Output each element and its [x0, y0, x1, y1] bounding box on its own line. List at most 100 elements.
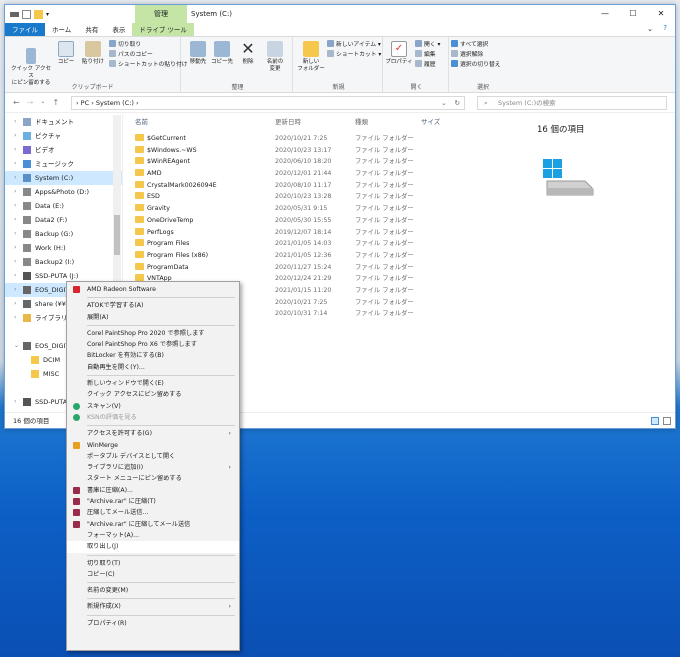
help-icon[interactable]: ?: [663, 24, 667, 32]
forward-arrow-icon[interactable]: →: [27, 98, 34, 107]
menu-item[interactable]: 新規作成(X) ›: [67, 601, 239, 612]
file-row[interactable]: PerfLogs 2019/12/07 18:14 ファイル フォルダー: [125, 227, 525, 239]
chevron-icon[interactable]: ›: [14, 171, 16, 185]
chevron-icon[interactable]: ›: [14, 255, 16, 269]
column-size[interactable]: サイズ: [421, 115, 461, 129]
chevron-icon[interactable]: ›: [14, 227, 16, 241]
menu-item[interactable]: "Archive.rar" に圧縮してメール送信: [67, 519, 239, 530]
chevron-icon[interactable]: ›: [14, 199, 16, 213]
cut-button[interactable]: 切り取り: [109, 40, 141, 50]
file-row[interactable]: ESD 2020/10/23 13:28 ファイル フォルダー: [125, 191, 525, 203]
tab-drive-tools[interactable]: ドライブ ツール: [132, 23, 194, 36]
history-button[interactable]: 履歴: [415, 60, 436, 70]
menu-item[interactable]: AMD Radeon Software: [67, 284, 239, 295]
menu-item[interactable]: 自動再生を開く(Y)...: [67, 362, 239, 373]
menu-item[interactable]: スタート メニューにピン留めする: [67, 473, 239, 484]
file-row[interactable]: $Windows.~WS 2020/10/23 13:17 ファイル フォルダー: [125, 145, 525, 157]
edit-button[interactable]: 編集: [415, 50, 436, 60]
menu-item[interactable]: "Archive.rar" に圧縮(T): [67, 496, 239, 507]
select-all-button[interactable]: すべて選択: [451, 40, 488, 50]
nav-item[interactable]: › ビデオ: [5, 143, 122, 157]
open-button[interactable]: 開く ▾: [415, 40, 440, 50]
tab-view[interactable]: 表示: [105, 23, 132, 36]
chevron-icon[interactable]: ›: [14, 143, 16, 157]
file-row[interactable]: AMD 2020/12/01 21:44 ファイル フォルダー: [125, 168, 525, 180]
nav-item[interactable]: › Work (H:): [5, 241, 122, 255]
rename-button[interactable]: 名前の 変更: [263, 41, 287, 73]
quick-access-dropdown-icon[interactable]: ▾: [46, 11, 49, 18]
menu-item[interactable]: 新しいウィンドウで開く(E): [67, 378, 239, 389]
file-row[interactable]: $WinREAgent 2020/06/10 18:20 ファイル フォルダー: [125, 156, 525, 168]
chevron-icon[interactable]: ⌄: [14, 339, 19, 353]
chevron-icon[interactable]: ›: [14, 129, 16, 143]
file-row[interactable]: Program Files 2021/01/05 14:03 ファイル フォルダー: [125, 238, 525, 250]
recent-dropdown-icon[interactable]: ⌄: [40, 98, 45, 107]
copy-button[interactable]: コピー: [57, 41, 75, 66]
menu-item[interactable]: 取り出し(J): [67, 541, 239, 553]
search-input[interactable]: ⌕ System (C:)の検索: [477, 96, 667, 110]
menu-item[interactable]: KSNの評価を見る: [67, 412, 239, 423]
nav-item[interactable]: › Backup (G:): [5, 227, 122, 241]
properties-icon[interactable]: [22, 9, 31, 19]
menu-item[interactable]: コピー(C): [67, 569, 239, 580]
breadcrumb[interactable]: › PC › System (C:) ›: [76, 97, 139, 109]
chevron-icon[interactable]: ›: [14, 115, 16, 129]
tab-file[interactable]: ファイル: [5, 23, 45, 36]
nav-item[interactable]: › Apps&Photo (D:): [5, 185, 122, 199]
menu-item[interactable]: WinMerge: [67, 440, 239, 451]
file-row[interactable]: ProgramData 2020/11/27 15:24 ファイル フォルダー: [125, 262, 525, 274]
move-to-button[interactable]: 移動先: [187, 41, 209, 66]
nav-scrollbar-thumb[interactable]: [114, 215, 120, 255]
copy-to-button[interactable]: コピー先: [211, 41, 233, 66]
file-row[interactable]: $GetCurrent 2020/10/21 7:25 ファイル フォルダー: [125, 133, 525, 145]
menu-item[interactable]: フォーマット(A)...: [67, 530, 239, 541]
chevron-icon[interactable]: ›: [14, 157, 16, 171]
manage-context-tab[interactable]: 管理: [135, 5, 187, 23]
details-view-icon[interactable]: [651, 417, 659, 425]
nav-item[interactable]: › Backup2 (I:): [5, 255, 122, 269]
nav-item[interactable]: › Data (E:): [5, 199, 122, 213]
menu-item[interactable]: 名前の変更(M): [67, 585, 239, 596]
chevron-icon[interactable]: ›: [14, 297, 16, 311]
ribbon-expand-icon[interactable]: ⌄: [647, 25, 653, 33]
paste-shortcut-button[interactable]: ショートカットの貼り付け: [109, 60, 188, 70]
invert-selection-button[interactable]: 選択の切り替え: [451, 60, 501, 70]
nav-item[interactable]: › ミュージック: [5, 157, 122, 171]
chevron-icon[interactable]: ›: [14, 283, 16, 297]
chevron-icon[interactable]: ›: [14, 269, 16, 283]
file-row[interactable]: Gravity 2020/05/31 9:15 ファイル フォルダー: [125, 203, 525, 215]
chevron-icon[interactable]: ›: [14, 241, 16, 255]
menu-item[interactable]: 圧縮してメール送信...: [67, 507, 239, 518]
menu-item[interactable]: Corel PaintShop Pro 2020 で参照します: [67, 328, 239, 339]
chevron-icon[interactable]: ›: [14, 185, 16, 199]
address-dropdown-icon[interactable]: ⌄: [441, 97, 446, 109]
new-folder-button[interactable]: 新しい フォルダー: [297, 41, 325, 73]
new-item-button[interactable]: 新しいアイテム ▾: [327, 40, 381, 50]
file-row[interactable]: Program Files (x86) 2021/01/05 12:36 ファイル …: [125, 250, 525, 262]
nav-item[interactable]: › System (C:): [5, 171, 122, 185]
chevron-icon[interactable]: ›: [14, 213, 16, 227]
address-box[interactable]: › PC › System (C:) › ⌄ ↻: [71, 96, 465, 110]
menu-item[interactable]: ポータブル デバイスとして開く: [67, 451, 239, 462]
chevron-icon[interactable]: ›: [14, 311, 16, 325]
easy-access-button[interactable]: ショートカット ▾: [327, 50, 381, 60]
column-date[interactable]: 更新日時: [275, 115, 355, 129]
nav-item[interactable]: › ドキュメント: [5, 115, 122, 129]
select-none-button[interactable]: 選択解除: [451, 50, 483, 60]
menu-item[interactable]: 書庫に圧縮(A)...: [67, 485, 239, 496]
menu-item[interactable]: 展開(A): [67, 312, 239, 323]
tab-home[interactable]: ホーム: [45, 23, 78, 36]
menu-item[interactable]: プロパティ(R): [67, 618, 239, 629]
nav-item[interactable]: › ピクチャ: [5, 129, 122, 143]
chevron-icon[interactable]: ›: [14, 395, 16, 409]
file-row[interactable]: OneDriveTemp 2020/05/30 15:55 ファイル フォルダー: [125, 215, 525, 227]
minimize-button[interactable]: —: [591, 5, 619, 23]
nav-item[interactable]: › Data2 (F:): [5, 213, 122, 227]
close-button[interactable]: ✕: [647, 5, 675, 23]
large-icons-view-icon[interactable]: [663, 417, 671, 425]
menu-item[interactable]: ライブラリに追加(I) ›: [67, 462, 239, 473]
menu-item[interactable]: クイック アクセスにピン留めする: [67, 389, 239, 400]
column-name[interactable]: 名前: [125, 115, 275, 129]
up-arrow-icon[interactable]: ↑: [52, 98, 59, 107]
column-type[interactable]: 種類: [355, 115, 421, 129]
